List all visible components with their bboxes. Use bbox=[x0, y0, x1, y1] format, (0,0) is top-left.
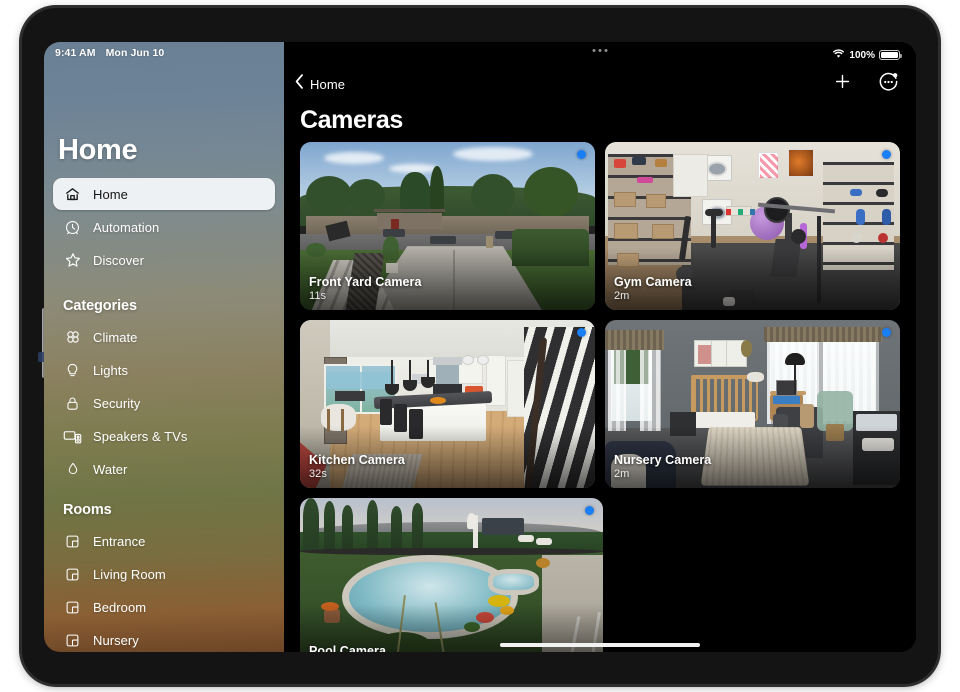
sidebar-item-lights[interactable]: Lights bbox=[53, 354, 275, 386]
sidebar-status-bar: 9:41 AM Mon Jun 10 bbox=[44, 42, 284, 64]
camera-time-ago: 32s bbox=[309, 468, 405, 481]
sidebar-item-label: Climate bbox=[93, 330, 137, 345]
clock-icon bbox=[63, 218, 82, 237]
main-status-bar: 100% bbox=[284, 42, 916, 64]
sidebar-item-entrance[interactable]: Entrance bbox=[53, 525, 275, 557]
status-badge-live bbox=[585, 506, 594, 515]
camera-grid: Front Yard Camera 11s bbox=[284, 142, 916, 652]
camera-meta: Pool Camera bbox=[309, 644, 386, 652]
sidebar-item-label: Water bbox=[93, 462, 127, 477]
multitask-handle[interactable] bbox=[593, 49, 608, 52]
chevron-left-icon bbox=[294, 73, 305, 95]
speaker-tv-icon bbox=[63, 427, 82, 446]
status-time: 9:41 AM bbox=[55, 47, 96, 59]
house-icon bbox=[63, 185, 82, 204]
home-indicator[interactable] bbox=[500, 643, 700, 647]
sidebar-nav: Home Automation bbox=[44, 178, 284, 652]
sidebar-section-categories: Categories bbox=[63, 298, 284, 314]
status-badge-live bbox=[882, 150, 891, 159]
more-circle-icon bbox=[878, 71, 899, 97]
sidebar-item-label: Nursery bbox=[93, 633, 139, 648]
camera-name: Pool Camera bbox=[309, 644, 386, 652]
camera-meta: Kitchen Camera 32s bbox=[309, 453, 405, 481]
back-button[interactable]: Home bbox=[294, 73, 345, 95]
sidebar-item-living-room[interactable]: Living Room bbox=[53, 558, 275, 590]
camera-row: Pool Camera bbox=[300, 498, 900, 652]
sidebar-item-automation[interactable]: Automation bbox=[53, 211, 275, 243]
navigation-bar: Home bbox=[284, 64, 916, 104]
status-indicators: 100% bbox=[832, 46, 900, 64]
sidebar-item-label: Speakers & TVs bbox=[93, 429, 187, 444]
lock-icon bbox=[63, 394, 82, 413]
sidebar-item-label: Automation bbox=[93, 220, 159, 235]
camera-time-ago: 2m bbox=[614, 468, 711, 481]
status-badge-live bbox=[882, 328, 891, 337]
more-button[interactable] bbox=[876, 72, 900, 96]
status-date: Mon Jun 10 bbox=[106, 47, 165, 59]
sidebar-item-discover[interactable]: Discover bbox=[53, 244, 275, 276]
sidebar-item-water[interactable]: Water bbox=[53, 453, 275, 485]
ipad-device-frame: 9:41 AM Mon Jun 10 Home Home bbox=[22, 8, 938, 684]
sidebar-item-bedroom[interactable]: Bedroom bbox=[53, 591, 275, 623]
camera-tile-gym[interactable]: Gym Camera 2m bbox=[605, 142, 900, 310]
room-icon bbox=[63, 631, 82, 650]
sidebar-item-nursery[interactable]: Nursery bbox=[53, 624, 275, 652]
camera-tile-front-yard[interactable]: Front Yard Camera 11s bbox=[300, 142, 595, 310]
plus-icon bbox=[833, 72, 852, 96]
screenshot-root: 9:41 AM Mon Jun 10 Home Home bbox=[0, 0, 960, 692]
camera-feed-pool bbox=[300, 498, 603, 652]
sidebar-section-rooms: Rooms bbox=[63, 502, 284, 518]
lightbulb-icon bbox=[63, 361, 82, 380]
ipad-screen: 9:41 AM Mon Jun 10 Home Home bbox=[44, 42, 916, 652]
room-icon bbox=[63, 565, 82, 584]
room-icon bbox=[63, 598, 82, 617]
sidebar-item-label: Security bbox=[93, 396, 140, 411]
water-drop-icon bbox=[63, 460, 82, 479]
sidebar-item-label: Living Room bbox=[93, 567, 166, 582]
camera-meta: Front Yard Camera 11s bbox=[309, 275, 421, 303]
camera-time-ago: 2m bbox=[614, 290, 692, 303]
grid-spacer bbox=[613, 498, 900, 652]
sidebar-item-label: Entrance bbox=[93, 534, 145, 549]
camera-time-ago: 11s bbox=[309, 290, 421, 303]
sidebar-item-label: Bedroom bbox=[93, 600, 146, 615]
camera-meta: Gym Camera 2m bbox=[614, 275, 692, 303]
wifi-icon bbox=[832, 46, 845, 64]
page-title: Cameras bbox=[284, 104, 916, 135]
status-badge-live bbox=[577, 150, 586, 159]
camera-meta: Nursery Camera 2m bbox=[614, 453, 711, 481]
camera-name: Nursery Camera bbox=[614, 453, 711, 468]
camera-tile-pool[interactable]: Pool Camera bbox=[300, 498, 603, 652]
camera-tile-nursery[interactable]: Nursery Camera 2m bbox=[605, 320, 900, 488]
sidebar-title: Home bbox=[58, 134, 137, 167]
sidebar-item-label: Home bbox=[93, 187, 128, 202]
fan-icon bbox=[63, 328, 82, 347]
sidebar-item-climate[interactable]: Climate bbox=[53, 321, 275, 353]
camera-row: Kitchen Camera 32s bbox=[300, 320, 900, 488]
camera-name: Front Yard Camera bbox=[309, 275, 421, 290]
back-button-label: Home bbox=[310, 77, 345, 92]
sidebar-item-speakers-tvs[interactable]: Speakers & TVs bbox=[53, 420, 275, 452]
nav-actions bbox=[830, 72, 900, 96]
battery-full-icon bbox=[879, 50, 900, 61]
star-icon bbox=[63, 251, 82, 270]
camera-row: Front Yard Camera 11s bbox=[300, 142, 900, 310]
battery-percent: 100% bbox=[849, 50, 875, 61]
add-button[interactable] bbox=[830, 72, 854, 96]
sidebar-item-label: Discover bbox=[93, 253, 144, 268]
sidebar-item-security[interactable]: Security bbox=[53, 387, 275, 419]
sidebar-item-home[interactable]: Home bbox=[53, 178, 275, 210]
sidebar-item-label: Lights bbox=[93, 363, 128, 378]
sidebar: 9:41 AM Mon Jun 10 Home Home bbox=[44, 42, 284, 652]
camera-tile-kitchen[interactable]: Kitchen Camera 32s bbox=[300, 320, 595, 488]
room-icon bbox=[63, 532, 82, 551]
main-content: 100% Home bbox=[284, 42, 916, 652]
status-badge-live bbox=[577, 328, 586, 337]
camera-name: Gym Camera bbox=[614, 275, 692, 290]
camera-name: Kitchen Camera bbox=[309, 453, 405, 468]
